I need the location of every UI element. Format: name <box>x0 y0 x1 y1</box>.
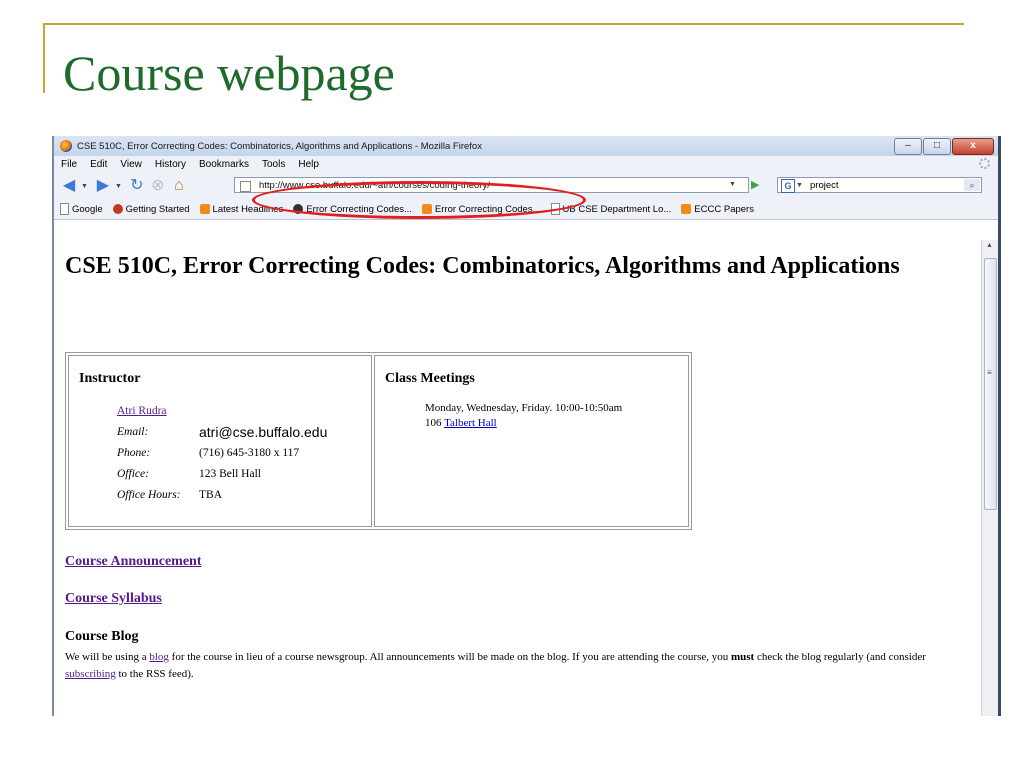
scroll-grip-icon: ≡ <box>987 368 992 377</box>
url-dropdown-icon[interactable]: ▼ <box>729 181 736 188</box>
email-label: Email: <box>117 426 149 438</box>
instructor-name-link[interactable]: Atri Rudra <box>117 405 167 417</box>
instructor-header: Instructor <box>79 371 141 386</box>
url-text: http://www.cse.buffalo.edu/~atri/courses… <box>259 180 490 191</box>
vertical-scrollbar[interactable]: ▲ ≡ <box>981 240 998 716</box>
hours-label: Office Hours: <box>117 489 181 501</box>
bookmark-google[interactable]: Google <box>60 203 103 215</box>
menu-history[interactable]: History <box>155 159 186 170</box>
talbert-hall-link[interactable]: Talbert Hall <box>444 417 497 429</box>
menu-bookmarks[interactable]: Bookmarks <box>199 159 249 170</box>
course-syllabus-link[interactable]: Course Syllabus <box>65 591 162 607</box>
back-dropdown-icon[interactable]: ▼ <box>81 183 88 190</box>
bookmark-ecc-feed[interactable]: Error Correcting Codes... <box>421 204 541 215</box>
bookmark-ub-cse[interactable]: UB CSE Department Lo... <box>550 203 671 215</box>
menu-file[interactable]: File <box>61 159 77 170</box>
rss-icon <box>681 204 692 214</box>
activity-throbber-icon <box>979 158 990 169</box>
browser-window: CSE 510C, Error Correcting Codes: Combin… <box>52 136 1001 716</box>
phone-label: Phone: <box>117 447 151 459</box>
course-blog-paragraph: We will be using a blog for the course i… <box>65 651 926 680</box>
course-blog-heading: Course Blog <box>65 629 139 644</box>
menu-help[interactable]: Help <box>298 159 319 170</box>
search-engine-dropdown-icon[interactable]: ▼ <box>796 178 803 194</box>
forward-icon[interactable]: ▶ <box>94 177 112 195</box>
blog-link[interactable]: blog <box>149 651 169 663</box>
bookmark-eccc-papers[interactable]: ECCC Papers <box>681 204 754 215</box>
course-announcement-link[interactable]: Course Announcement <box>65 554 202 570</box>
page-icon <box>240 181 251 192</box>
close-button[interactable]: x <box>952 138 994 155</box>
go-icon[interactable]: ▶ <box>751 178 765 192</box>
office-label: Office: <box>117 468 149 480</box>
window-controls: – □ x <box>894 138 994 155</box>
menu-tools[interactable]: Tools <box>262 159 285 170</box>
firefox-icon <box>60 140 72 152</box>
bookmark-ecc-blog[interactable]: Error Correcting Codes... <box>293 204 412 215</box>
search-icon[interactable]: ⌕ <box>964 179 980 191</box>
window-title: CSE 510C, Error Correcting Codes: Combin… <box>77 140 482 152</box>
hours-value: TBA <box>199 489 222 501</box>
scroll-up-icon[interactable]: ▲ <box>986 242 993 249</box>
rss-icon <box>199 204 210 214</box>
forward-dropdown-icon[interactable]: ▼ <box>115 183 122 190</box>
page-content: CSE 510C, Error Correcting Codes: Combin… <box>54 241 970 716</box>
email-value: atri@cse.buffalo.edu <box>199 424 328 440</box>
menu-view[interactable]: View <box>120 159 142 170</box>
menu-edit[interactable]: Edit <box>90 159 107 170</box>
rss-icon <box>421 204 432 214</box>
wordpress-icon <box>293 204 304 214</box>
scrollbar-thumb[interactable] <box>984 258 997 510</box>
class-meetings-header: Class Meetings <box>385 371 475 386</box>
navigation-toolbar: ◀ ▼ ▶ ▼ ↻ ⊗ ⌂ http://www.cse.buffalo.edu… <box>54 173 998 199</box>
class-meetings-cell: Class Meetings Monday, Wednesday, Friday… <box>374 355 689 527</box>
instructor-cell: Instructor Atri Rudra Email: atri@cse.buf… <box>68 355 372 527</box>
window-titlebar[interactable]: CSE 510C, Error Correcting Codes: Combin… <box>54 136 998 156</box>
page-icon <box>60 203 69 215</box>
subscribing-link[interactable]: subscribing <box>65 668 116 680</box>
phone-value: (716) 645-3180 x 117 <box>199 447 300 459</box>
search-text: project <box>810 180 839 191</box>
info-table: Instructor Atri Rudra Email: atri@cse.buf… <box>65 352 692 530</box>
stop-icon[interactable]: ⊗ <box>149 177 167 195</box>
maximize-button[interactable]: □ <box>923 138 951 155</box>
search-input[interactable]: G ▼ project ⌕ <box>777 177 982 193</box>
reload-icon[interactable]: ↻ <box>128 177 146 195</box>
flower-icon <box>112 204 123 214</box>
slide-title: Course webpage <box>63 45 395 101</box>
minimize-button[interactable]: – <box>894 138 922 155</box>
url-input[interactable]: http://www.cse.buffalo.edu/~atri/courses… <box>234 177 749 193</box>
slide-top-rule <box>44 23 964 25</box>
menu-bar: File Edit View History Bookmarks Tools H… <box>54 156 998 173</box>
office-value: 123 Bell Hall <box>199 468 261 480</box>
page-icon <box>550 203 560 215</box>
google-search-icon[interactable]: G <box>781 179 795 193</box>
home-icon[interactable]: ⌂ <box>170 177 188 195</box>
bookmarks-toolbar: Google Getting Started Latest Headlines … <box>54 199 998 220</box>
class-schedule: Monday, Wednesday, Friday. 10:00-10:50am <box>425 402 623 414</box>
bookmark-latest-headlines[interactable]: Latest Headlines <box>199 204 283 215</box>
slide-left-rule <box>43 23 45 93</box>
bookmark-getting-started[interactable]: Getting Started <box>112 204 190 215</box>
back-icon[interactable]: ◀ <box>60 177 78 195</box>
page-heading: CSE 510C, Error Correcting Codes: Combin… <box>65 253 900 279</box>
room-number: 106 <box>425 417 442 429</box>
